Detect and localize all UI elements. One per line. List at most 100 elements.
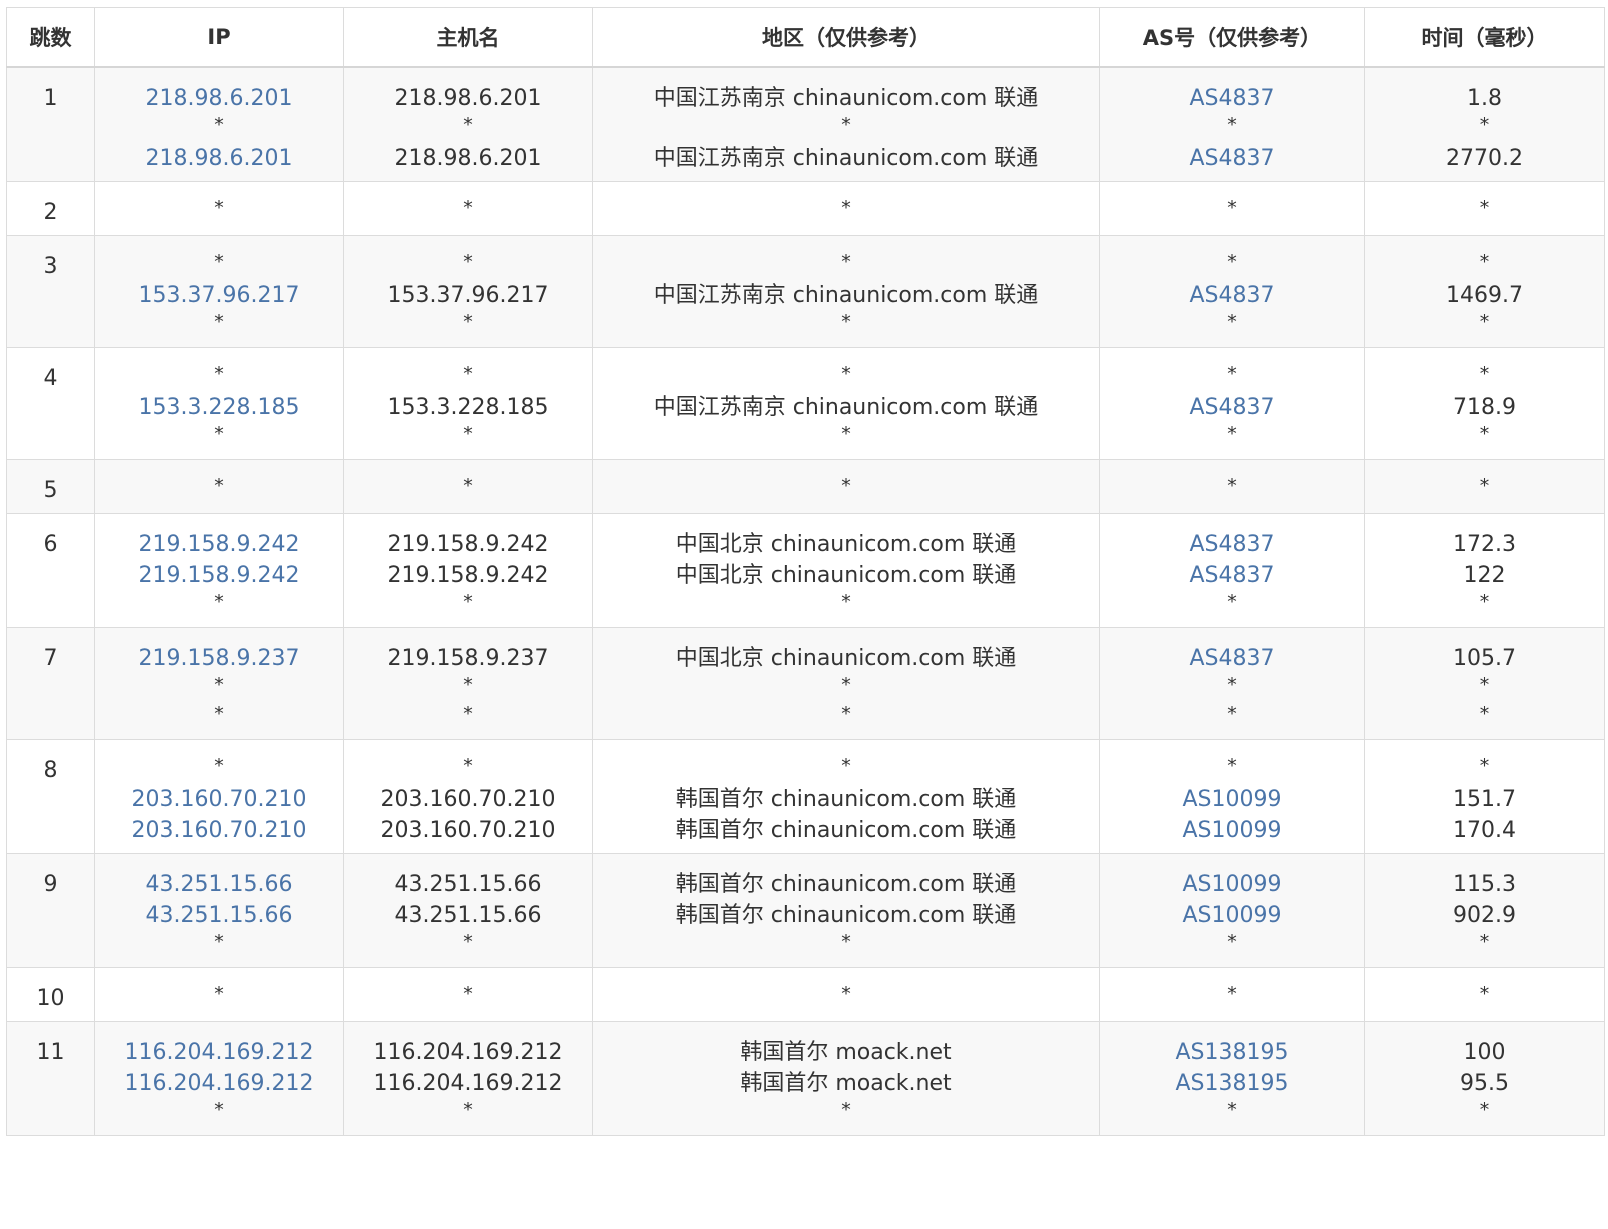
- ip-link[interactable]: 218.98.6.201: [95, 143, 343, 174]
- ip-link[interactable]: 153.3.228.185: [95, 392, 343, 423]
- hop-number: 11: [36, 1040, 65, 1065]
- ip-cell: 219.158.9.237 * *: [94, 627, 344, 740]
- asn-link[interactable]: AS4837: [1100, 529, 1364, 560]
- ip-cell: * 153.37.96.217 *: [94, 235, 344, 348]
- hop-cell: 7: [6, 627, 95, 740]
- column-header-asn: AS号（仅供参考）: [1099, 7, 1365, 68]
- time-timeout: *: [1479, 591, 1490, 613]
- asn-cell: *: [1099, 459, 1365, 514]
- asn-link[interactable]: AS138195: [1100, 1037, 1364, 1068]
- hostname-timeout: *: [463, 197, 473, 219]
- time-value: 122: [1463, 563, 1506, 588]
- table-row: 9 43.251.15.66 43.251.15.66 * 43.251.15.66 43…: [6, 853, 1605, 968]
- ip-timeout: *: [214, 755, 224, 777]
- region-value: 中国江苏南京 chinaunicom.com 联通: [653, 86, 1039, 111]
- region-timeout: *: [841, 931, 851, 953]
- table-row: 7 219.158.9.237 * * 219.158.9.237 * * 中国北京 chin…: [6, 627, 1605, 740]
- hostname-cell: 116.204.169.212 116.204.169.212 *: [343, 1021, 593, 1136]
- ip-cell: * 203.160.70.210 203.160.70.210: [94, 739, 344, 854]
- region-value: 中国江苏南京 chinaunicom.com 联通: [653, 395, 1039, 420]
- hostname-value: 43.251.15.66: [394, 903, 542, 928]
- ip-link[interactable]: 43.251.15.66: [95, 869, 343, 900]
- ip-timeout: *: [214, 1099, 224, 1121]
- asn-cell: * AS10099 AS10099: [1099, 739, 1365, 854]
- asn-link[interactable]: AS4837: [1100, 83, 1364, 114]
- hostname-value: 153.3.228.185: [387, 395, 549, 420]
- table-row: 8 * 203.160.70.210 203.160.70.210 * 203.160.7…: [6, 739, 1605, 854]
- ip-cell: *: [94, 459, 344, 514]
- hop-number: 2: [43, 200, 58, 225]
- region-value: 中国北京 chinaunicom.com 联通: [675, 563, 1017, 588]
- column-header-ip: IP: [94, 7, 344, 68]
- region-value: 韩国首尔 chinaunicom.com 联通: [675, 903, 1017, 928]
- hop-number: 1: [43, 86, 58, 111]
- ip-cell: * 153.3.228.185 *: [94, 347, 344, 460]
- asn-timeout: *: [1227, 311, 1237, 333]
- hostname-cell: * 153.37.96.217 *: [343, 235, 593, 348]
- asn-link[interactable]: AS10099: [1100, 900, 1364, 931]
- asn-timeout: *: [1227, 475, 1237, 497]
- hop-cell: 8: [6, 739, 95, 854]
- hostname-timeout: *: [463, 114, 473, 136]
- hostname-value: 219.158.9.242: [387, 563, 549, 588]
- asn-cell: *: [1099, 967, 1365, 1022]
- asn-cell: AS10099 AS10099 *: [1099, 853, 1365, 968]
- asn-link[interactable]: AS10099: [1100, 869, 1364, 900]
- hop-number: 6: [43, 532, 58, 557]
- time-value: 95.5: [1460, 1071, 1509, 1096]
- time-value: 1.8: [1467, 86, 1502, 111]
- region-cell: *: [592, 967, 1100, 1022]
- asn-link[interactable]: AS138195: [1100, 1068, 1364, 1099]
- hostname-value: 218.98.6.201: [394, 146, 542, 171]
- asn-link[interactable]: AS10099: [1100, 784, 1364, 815]
- ip-link[interactable]: 43.251.15.66: [95, 900, 343, 931]
- ip-link[interactable]: 219.158.9.242: [95, 529, 343, 560]
- region-timeout: *: [841, 311, 851, 333]
- region-timeout: *: [841, 703, 851, 725]
- time-timeout: *: [1479, 197, 1490, 219]
- asn-cell: AS4837 * *: [1099, 627, 1365, 740]
- region-cell: 中国江苏南京 chinaunicom.com 联通 * 中国江苏南京 chinaun…: [592, 66, 1100, 182]
- ip-link[interactable]: 203.160.70.210: [95, 784, 343, 815]
- time-value: 100: [1463, 1040, 1506, 1065]
- asn-link[interactable]: AS4837: [1100, 280, 1364, 311]
- asn-link[interactable]: AS4837: [1100, 143, 1364, 174]
- ip-link[interactable]: 218.98.6.201: [95, 83, 343, 114]
- hostname-value: 116.204.169.212: [373, 1071, 563, 1096]
- hostname-timeout: *: [463, 423, 473, 445]
- hostname-cell: 218.98.6.201 * 218.98.6.201: [343, 66, 593, 182]
- time-cell: * 1469.7 *: [1364, 235, 1605, 348]
- asn-link[interactable]: AS4837: [1100, 643, 1364, 674]
- region-timeout: *: [841, 251, 851, 273]
- asn-link[interactable]: AS4837: [1100, 392, 1364, 423]
- hostname-value: 153.37.96.217: [387, 283, 549, 308]
- column-header-time: 时间（毫秒）: [1364, 7, 1605, 68]
- hop-cell: 1: [6, 66, 95, 182]
- asn-timeout: *: [1227, 197, 1237, 219]
- hop-cell: 9: [6, 853, 95, 968]
- hop-cell: 10: [6, 967, 95, 1022]
- time-timeout: *: [1479, 931, 1490, 953]
- asn-timeout: *: [1227, 591, 1237, 613]
- ip-link[interactable]: 203.160.70.210: [95, 815, 343, 846]
- ip-link[interactable]: 116.204.169.212: [95, 1037, 343, 1068]
- hostname-cell: *: [343, 459, 593, 514]
- time-timeout: *: [1479, 114, 1490, 136]
- asn-link[interactable]: AS10099: [1100, 815, 1364, 846]
- region-cell: 中国北京 chinaunicom.com 联通 * *: [592, 627, 1100, 740]
- hostname-cell: 219.158.9.237 * *: [343, 627, 593, 740]
- asn-link[interactable]: AS4837: [1100, 560, 1364, 591]
- asn-timeout: *: [1227, 114, 1237, 136]
- time-timeout: *: [1479, 475, 1490, 497]
- ip-timeout: *: [214, 931, 224, 953]
- ip-link[interactable]: 219.158.9.237: [95, 643, 343, 674]
- region-cell: 韩国首尔 moack.net 韩国首尔 moack.net *: [592, 1021, 1100, 1136]
- region-timeout: *: [841, 755, 851, 777]
- hostname-timeout: *: [463, 931, 473, 953]
- hostname-value: 203.160.70.210: [380, 818, 556, 843]
- time-value: 172.3: [1453, 532, 1516, 557]
- ip-link[interactable]: 219.158.9.242: [95, 560, 343, 591]
- ip-link[interactable]: 116.204.169.212: [95, 1068, 343, 1099]
- hop-cell: 5: [6, 459, 95, 514]
- ip-link[interactable]: 153.37.96.217: [95, 280, 343, 311]
